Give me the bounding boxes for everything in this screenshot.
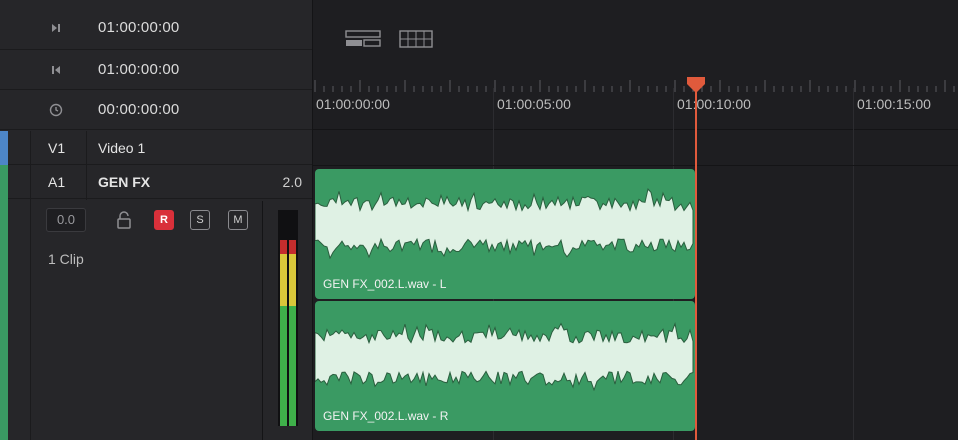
major-gridline [853, 88, 854, 440]
clip-count: 1 Clip [48, 251, 84, 267]
timecode-row-start: 01:00:00:00 [0, 50, 312, 90]
playhead-line[interactable] [695, 78, 697, 440]
clip-label: GEN FX_002.L.wav - R [323, 409, 449, 423]
audio-track-name[interactable]: GEN FX [98, 174, 150, 190]
audio-track-color [0, 165, 8, 440]
ruler-label: 01:00:05:00 [497, 96, 571, 112]
clock-icon[interactable] [48, 102, 64, 118]
lane-separator [313, 165, 958, 166]
lock-icon[interactable] [116, 210, 132, 230]
timecode-row-end: 01:00:00:00 [0, 8, 312, 50]
end-timecode: 01:00:00:00 [98, 19, 180, 36]
duration-timecode: 00:00:00:00 [98, 101, 180, 118]
skip-to-start-icon[interactable] [48, 62, 64, 78]
ruler-ticks [314, 80, 955, 92]
start-timecode: 01:00:00:00 [98, 61, 180, 78]
record-arm-button[interactable]: R [154, 210, 174, 230]
channel-format: 2.0 [282, 174, 302, 190]
grid-view-icon[interactable] [399, 30, 433, 48]
ruler-label: 01:00:15:00 [857, 96, 931, 112]
ruler-label: 01:00:00:00 [316, 96, 390, 112]
video-track-name[interactable]: Video 1 [98, 140, 145, 156]
video-track-header[interactable]: V1 Video 1 [0, 131, 312, 165]
play-to-end-icon[interactable] [48, 20, 64, 36]
audio-clip-left[interactable]: GEN FX_002.L.wav - L [315, 169, 695, 299]
waveform [315, 322, 694, 391]
waveform [315, 188, 694, 259]
audio-track-id: A1 [48, 174, 66, 190]
video-track-id: V1 [48, 140, 66, 156]
playhead-handle[interactable] [686, 76, 706, 94]
audio-level-meter [278, 210, 298, 426]
mute-button[interactable]: M [228, 210, 248, 230]
column-separator [86, 131, 87, 200]
column-separator [30, 131, 31, 440]
timeline-view-icon[interactable] [345, 30, 381, 48]
ruler-label: 01:00:10:00 [677, 96, 751, 112]
meter-divider [262, 201, 263, 440]
timecode-row-duration: 00:00:00:00 [0, 90, 312, 130]
track-header-panel: 01:00:00:00 01:00:00:00 00:00:00:00 V1 V… [0, 0, 312, 440]
clip-label: GEN FX_002.L.wav - L [323, 277, 447, 291]
audio-clip-right[interactable]: GEN FX_002.L.wav - R [315, 301, 695, 431]
solo-button[interactable]: S [190, 210, 210, 230]
video-track-color [0, 131, 8, 165]
volume-field[interactable]: 0.0 [46, 208, 86, 232]
audio-track-header[interactable]: A1 GEN FX 2.0 [0, 165, 312, 199]
